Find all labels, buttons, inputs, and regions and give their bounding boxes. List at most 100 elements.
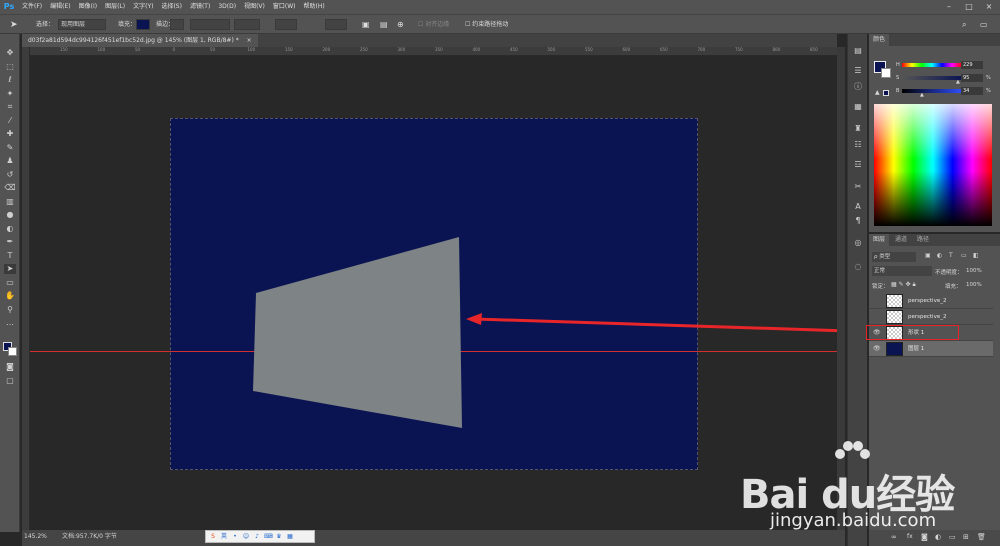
menu-edit[interactable]: 编辑(E) <box>46 0 74 14</box>
constrain-path-checkbox[interactable]: ☐ 约束路径拖动 <box>465 19 508 31</box>
blend-mode-dropdown[interactable]: 正常 <box>872 266 932 276</box>
select-dropdown[interactable]: 现用图层 <box>58 19 106 30</box>
brush-panel-icon[interactable]: ♜ <box>853 124 863 134</box>
fill-value[interactable]: 100% <box>966 282 982 288</box>
brightness-slider-thumb-icon[interactable]: ▲ <box>920 92 924 98</box>
layer-visibility-off[interactable] <box>873 312 881 322</box>
height-input[interactable] <box>325 19 347 30</box>
adjustments-panel-icon[interactable]: ☷ <box>853 140 863 150</box>
paragraph-panel-icon[interactable]: ¶ <box>853 216 863 226</box>
character-panel-icon[interactable]: A <box>853 202 863 212</box>
maximize-icon[interactable]: □ <box>960 0 978 14</box>
history-panel-icon[interactable]: ▤ <box>853 46 863 56</box>
filter-type-icon[interactable]: T <box>949 252 953 259</box>
background-color-swatch[interactable] <box>8 347 17 356</box>
stroke-swatch[interactable] <box>170 19 184 30</box>
width-input[interactable] <box>275 19 297 30</box>
zoom-tool-icon[interactable]: ⚲ <box>4 305 16 315</box>
clone-stamp-tool-icon[interactable]: ♟ <box>4 156 16 166</box>
path-operations-icon[interactable]: ▣ <box>362 19 370 31</box>
filter-pixel-icon[interactable]: ▣ <box>925 252 931 259</box>
web-safe-chip[interactable] <box>883 90 889 96</box>
menu-help[interactable]: 帮助(H) <box>300 0 329 14</box>
lasso-tool-icon[interactable]: ℓ <box>4 75 16 85</box>
document-tab[interactable]: d03f2a81d594dc994126f451ef1bc52d.jpg @ 1… <box>22 34 258 47</box>
menu-3d[interactable]: 3D(D) <box>214 0 240 14</box>
gradient-tool-icon[interactable]: ▥ <box>4 197 16 207</box>
eyedropper-tool-icon[interactable]: ⁄ <box>4 116 16 126</box>
menu-file[interactable]: 文件(F) <box>18 0 46 14</box>
menu-type[interactable]: 文字(Y) <box>129 0 157 14</box>
keyboard-icon[interactable]: ⌨ <box>264 533 273 541</box>
toolbox-icon[interactable]: ▦ <box>286 533 294 541</box>
info-panel-icon[interactable]: ⓘ <box>853 82 863 92</box>
channels-mini-icon[interactable]: ◎ <box>853 238 863 248</box>
menu-select[interactable]: 选择(S) <box>157 0 186 14</box>
emoji-icon[interactable]: ☺ <box>242 533 250 541</box>
eye-icon[interactable]: 👁︎ <box>873 344 881 354</box>
menu-layer[interactable]: 图层(L) <box>101 0 129 14</box>
filter-adjust-icon[interactable]: ◐ <box>937 252 942 259</box>
document-info[interactable]: 文档:957.7K/0 字节 <box>62 530 117 544</box>
h-value[interactable]: 229 <box>961 61 983 69</box>
menu-view[interactable]: 视图(V) <box>240 0 269 14</box>
path-selection-tool-icon[interactable]: ➤ <box>4 264 16 274</box>
filter-smart-icon[interactable]: ◧ <box>973 252 979 259</box>
tool-presets-icon[interactable]: ✂ <box>853 182 863 192</box>
crop-tool-icon[interactable]: ⌗ <box>4 102 16 112</box>
tab-color[interactable]: 颜色 <box>869 34 890 46</box>
tab-paths[interactable]: 路径 <box>913 234 933 246</box>
layer-row[interactable]: perspective_2 <box>869 293 993 309</box>
close-icon[interactable]: × <box>980 0 998 14</box>
styles-panel-icon[interactable]: ☲ <box>853 160 863 170</box>
layer-filter-dropdown[interactable]: ρ 类型 <box>872 252 916 262</box>
saturation-slider[interactable] <box>902 76 962 80</box>
menu-filter[interactable]: 滤镜(T) <box>186 0 214 14</box>
layer-row[interactable]: perspective_2 <box>869 309 993 325</box>
navigator-icon[interactable]: ◌ <box>853 262 863 272</box>
ime-mode-label[interactable]: 英 <box>220 533 228 541</box>
sogou-logo-icon[interactable]: S <box>209 533 217 541</box>
zoom-level[interactable]: 145.2% <box>24 530 47 544</box>
stroke-type-dropdown[interactable] <box>234 19 260 30</box>
swatches-panel-icon[interactable]: ▦ <box>853 102 863 112</box>
saturation-slider-thumb-icon[interactable]: ▲ <box>956 79 960 85</box>
stroke-width-input[interactable] <box>190 19 230 30</box>
tab-close-icon[interactable]: × <box>241 37 252 44</box>
pen-tool-icon[interactable]: ✒ <box>4 237 16 247</box>
shape-tool-icon[interactable]: ▭ <box>4 278 16 288</box>
history-brush-tool-icon[interactable]: ↺ <box>4 170 16 180</box>
menu-image[interactable]: 图像(I) <box>75 0 101 14</box>
voice-icon[interactable]: ♪ <box>253 533 261 541</box>
brush-tool-icon[interactable]: ✎ <box>4 143 16 153</box>
layer-row-selected[interactable]: 👁︎ 图层 1 <box>869 341 993 357</box>
fill-swatch[interactable] <box>136 19 150 30</box>
marquee-tool-icon[interactable]: ⬚ <box>4 62 16 72</box>
path-arrangement-icon[interactable]: ⊕ <box>397 19 404 31</box>
blur-tool-icon[interactable]: ● <box>4 210 16 220</box>
s-value[interactable]: 95 <box>961 74 983 82</box>
screen-mode-icon[interactable]: ▢ <box>4 376 16 386</box>
healing-brush-tool-icon[interactable]: ✚ <box>4 129 16 139</box>
background-color-chip[interactable] <box>881 68 891 78</box>
canvas-area[interactable] <box>30 56 837 530</box>
dodge-tool-icon[interactable]: ◐ <box>4 224 16 234</box>
tab-channels[interactable]: 通道 <box>891 234 911 246</box>
properties-panel-icon[interactable]: ☰ <box>853 66 863 76</box>
path-alignment-icon[interactable]: ▤ <box>380 19 388 31</box>
more-tools-icon[interactable]: … <box>4 318 16 328</box>
opacity-value[interactable]: 100% <box>966 268 982 274</box>
align-edges-checkbox[interactable]: ☐ 对齐边缘 <box>418 19 449 31</box>
move-tool-icon[interactable]: ✥ <box>4 48 16 58</box>
brightness-slider[interactable] <box>902 89 962 93</box>
shape-1-trapezoid[interactable] <box>253 237 462 428</box>
b-value[interactable]: 34 <box>961 87 983 95</box>
skin-icon[interactable]: ♛ <box>275 533 283 541</box>
menu-window[interactable]: 窗口(W) <box>269 0 300 14</box>
lock-icons[interactable]: ▦ ✎ ✥ 🔒︎ <box>891 281 916 289</box>
color-spectrum-field[interactable] <box>874 104 992 226</box>
filter-shape-icon[interactable]: ▭ <box>961 252 967 259</box>
hand-tool-icon[interactable]: ✋ <box>4 291 16 301</box>
path-select-tool-icon[interactable]: ➤ <box>10 19 18 31</box>
tab-layers[interactable]: 图层 <box>869 234 890 246</box>
